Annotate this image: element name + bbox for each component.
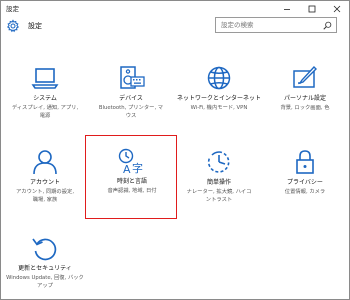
tile-label: システム <box>33 95 57 102</box>
tile-update-security[interactable]: 更新とセキュリティ Windows Update, 回復, バック アップ <box>3 227 87 300</box>
tile-accounts[interactable]: アカウント アカウント, 同期の設定, 職場, 家族 <box>3 141 87 217</box>
tile-label: プライバシー <box>287 179 323 186</box>
settings-header: 設定 <box>1 16 349 36</box>
time-language-icon: A 字 <box>118 148 143 174</box>
keyboard-speaker-icon <box>120 66 145 89</box>
tile-description: Bluetooth, プリンター, マウス <box>98 105 164 119</box>
scrollbar[interactable] <box>345 49 348 289</box>
window-title: 設定 <box>6 5 19 13</box>
paint-icon <box>293 65 317 88</box>
ease-of-access-icon <box>207 151 230 173</box>
page-title: 設定 <box>28 22 42 30</box>
title-bar: 設定 <box>1 1 349 16</box>
person-icon <box>33 150 57 175</box>
tile-ease-of-access[interactable]: 簡単操作 ナレーター, 拡大鏡, ハイコ ントラスト <box>177 141 261 217</box>
maximize-icon <box>308 5 316 12</box>
tile-description: 背景, ロック画面, 色 <box>280 105 330 111</box>
settings-window: 設定 設定 システ <box>0 0 350 300</box>
search-box[interactable] <box>215 17 337 33</box>
tile-personalization[interactable]: パーソナル設定 背景, ロック画面, 色 <box>263 57 347 133</box>
refresh-icon <box>32 238 57 261</box>
tile-label: パーソナル設定 <box>283 95 326 102</box>
tile-label: 時刻と言語 <box>116 178 147 185</box>
search-input[interactable] <box>221 19 316 31</box>
tile-label: 更新とセキュリティ <box>18 265 72 272</box>
tile-label: デバイス <box>119 95 143 102</box>
close-button[interactable] <box>328 1 346 16</box>
tile-privacy[interactable]: プライバシー 位置情報, カメラ <box>263 141 347 217</box>
search-icon[interactable] <box>323 21 332 30</box>
tile-description: Wi-Fi, 機内モード, VPN <box>190 105 248 111</box>
close-icon <box>333 5 341 12</box>
tile-description: アカウント, 同期の設定, 職場, 家族 <box>15 189 75 203</box>
maximize-button[interactable] <box>303 1 321 16</box>
tile-system[interactable]: システム ディスプレイ, 通知, アプリ, 電源 <box>3 57 87 133</box>
tile-description: 音声認識, 地域, 日付 <box>107 188 157 194</box>
globe-icon <box>207 66 231 90</box>
minimize-button[interactable] <box>278 1 296 16</box>
tile-label: アカウント <box>29 179 60 186</box>
svg-text:字: 字 <box>132 161 143 174</box>
tile-description: Windows Update, 回復, バック アップ <box>6 275 84 289</box>
tile-label: 簡単操作 <box>206 179 231 186</box>
laptop-icon <box>31 68 59 89</box>
tile-description: ディスプレイ, 通知, アプリ, 電源 <box>11 105 79 119</box>
tile-network[interactable]: ネットワークとインターネット Wi-Fi, 機内モード, VPN <box>177 57 261 133</box>
minimize-icon <box>284 8 290 10</box>
gear-icon <box>6 19 20 33</box>
tile-description: 位置情報, カメラ <box>284 189 326 195</box>
lock-icon <box>296 150 314 174</box>
tile-devices[interactable]: デバイス Bluetooth, プリンター, マウス <box>89 57 173 133</box>
tile-time-language[interactable]: A 字 時刻と言語 音声認識, 地域, 日付 <box>85 135 177 219</box>
tile-label: ネットワークとインターネット <box>177 95 262 102</box>
svg-text:A: A <box>123 163 131 174</box>
tile-description: ナレーター, 拡大鏡, ハイコ ントラスト <box>186 189 252 203</box>
